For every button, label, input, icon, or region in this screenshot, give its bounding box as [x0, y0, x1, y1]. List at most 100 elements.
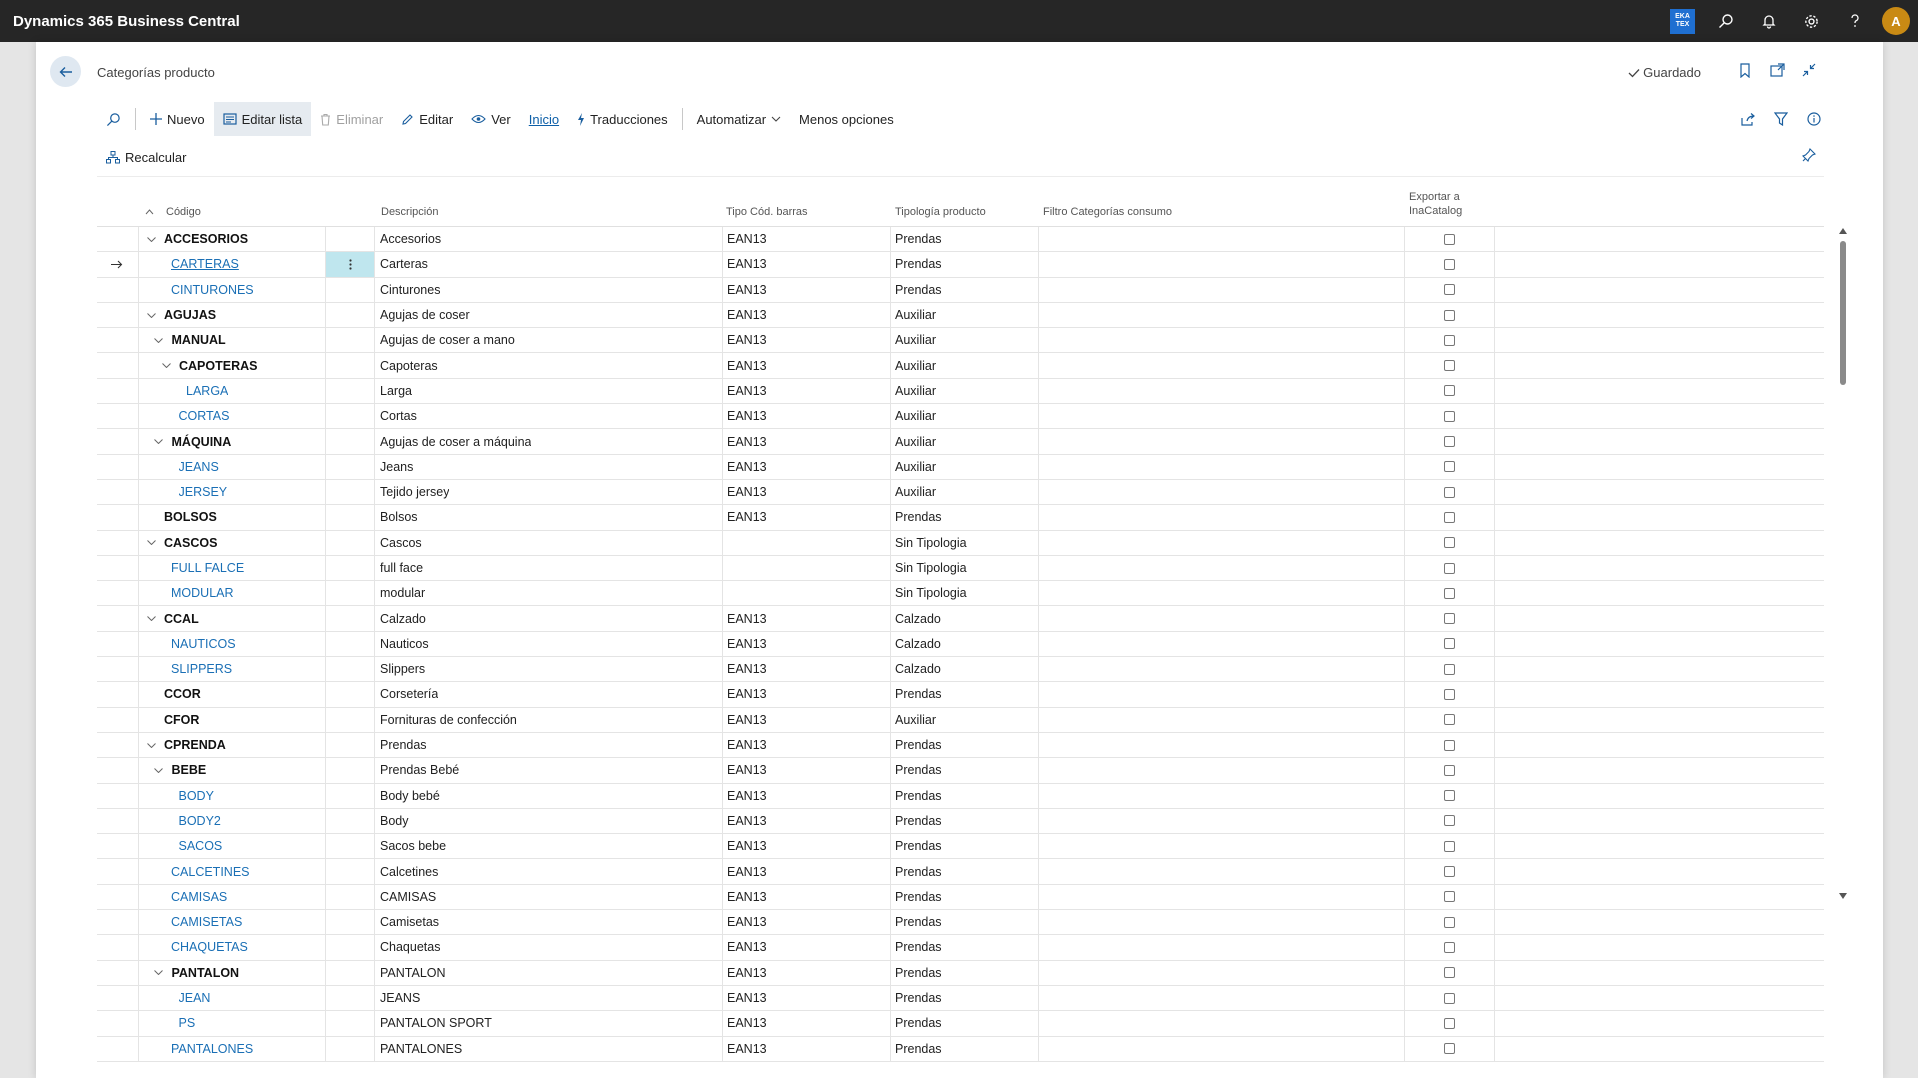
export-inacatalog-checkbox[interactable] [1444, 663, 1455, 675]
description-cell[interactable]: PANTALONES [380, 1037, 462, 1061]
category-code[interactable]: BODY2 [179, 814, 221, 828]
automate-menu[interactable]: Automatizar [688, 102, 790, 136]
chevron-down-icon[interactable] [154, 765, 164, 775]
description-cell[interactable]: Sacos bebe [380, 834, 446, 858]
barcode-type-cell[interactable]: EAN13 [727, 961, 767, 985]
description-cell[interactable]: Body [380, 809, 409, 833]
export-inacatalog-checkbox[interactable] [1444, 688, 1455, 700]
barcode-type-cell[interactable]: EAN13 [727, 784, 767, 808]
category-code[interactable]: SLIPPERS [171, 662, 232, 676]
code-cell[interactable]: BEBE [154, 758, 206, 782]
code-cell[interactable]: BODY [179, 784, 214, 808]
open-new-window-icon[interactable] [1767, 60, 1787, 80]
export-inacatalog-checkbox[interactable] [1444, 941, 1455, 953]
product-type-cell[interactable]: Prendas [895, 885, 942, 909]
description-cell[interactable]: Nauticos [380, 632, 429, 656]
header-export-inacatalog[interactable]: Exportar a InaCatalog [1409, 190, 1462, 218]
code-cell[interactable]: CORTAS [179, 404, 230, 428]
category-code[interactable]: CHAQUETAS [171, 940, 248, 954]
product-type-cell[interactable]: Calzado [895, 606, 941, 630]
export-inacatalog-checkbox[interactable] [1444, 461, 1455, 473]
category-code[interactable]: MODULAR [171, 586, 234, 600]
code-cell[interactable]: CINTURONES [171, 278, 254, 302]
product-type-cell[interactable]: Prendas [895, 961, 942, 985]
table-row[interactable]: CHAQUETAS Chaquetas EAN13 Prendas [97, 935, 1824, 961]
barcode-type-cell[interactable]: EAN13 [727, 278, 767, 302]
category-code[interactable]: PANTALONES [171, 1042, 253, 1056]
barcode-type-cell[interactable]: EAN13 [727, 252, 767, 276]
category-code[interactable]: JEANS [179, 460, 219, 474]
export-inacatalog-checkbox[interactable] [1444, 866, 1455, 878]
code-cell[interactable]: CALCETINES [171, 859, 250, 883]
description-cell[interactable]: Calzado [380, 606, 426, 630]
product-type-cell[interactable]: Prendas [895, 784, 942, 808]
barcode-type-cell[interactable]: EAN13 [727, 1037, 767, 1061]
description-cell[interactable]: Agujas de coser [380, 303, 470, 327]
code-cell[interactable]: CARTERAS [171, 252, 239, 276]
export-inacatalog-checkbox[interactable] [1444, 486, 1455, 498]
header-barcode-type[interactable]: Tipo Cód. barras [726, 206, 808, 218]
code-cell[interactable]: PANTALON [154, 961, 239, 985]
barcode-type-cell[interactable]: EAN13 [727, 227, 767, 251]
product-type-cell[interactable]: Prendas [895, 278, 942, 302]
export-inacatalog-checkbox[interactable] [1444, 537, 1455, 549]
code-cell[interactable]: NAUTICOS [171, 632, 236, 656]
description-cell[interactable]: Slippers [380, 657, 425, 681]
recalculate-button[interactable]: Recalcular [97, 141, 195, 175]
back-button[interactable] [50, 56, 81, 87]
barcode-type-cell[interactable]: EAN13 [727, 1011, 767, 1035]
barcode-type-cell[interactable]: EAN13 [727, 505, 767, 529]
description-cell[interactable]: PANTALON [380, 961, 446, 985]
description-cell[interactable]: Calcetines [380, 859, 438, 883]
table-row[interactable]: CORTAS Cortas EAN13 Auxiliar [97, 404, 1824, 430]
description-cell[interactable]: full face [380, 556, 423, 580]
table-row[interactable]: CINTURONES Cinturones EAN13 Prendas [97, 277, 1824, 303]
table-row[interactable]: BOLSOS Bolsos EAN13 Prendas [97, 505, 1824, 531]
category-code[interactable]: CALCETINES [171, 865, 250, 879]
barcode-type-cell[interactable]: EAN13 [727, 986, 767, 1010]
product-type-cell[interactable]: Auxiliar [895, 480, 936, 504]
barcode-type-cell[interactable]: EAN13 [727, 657, 767, 681]
table-row[interactable]: MODULAR modular Sin Tipologia [97, 581, 1824, 607]
pin-icon[interactable] [1802, 148, 1816, 165]
table-row[interactable]: CAMISAS CAMISAS EAN13 Prendas [97, 884, 1824, 911]
barcode-type-cell[interactable]: EAN13 [727, 733, 767, 757]
table-row[interactable]: CCOR Corsetería EAN13 Prendas [97, 682, 1824, 708]
description-cell[interactable]: Accesorios [380, 227, 441, 251]
barcode-type-cell[interactable]: EAN13 [727, 606, 767, 630]
description-cell[interactable]: Prendas [380, 733, 427, 757]
table-row[interactable]: PS PANTALON SPORT EAN13 Prendas [97, 1011, 1824, 1037]
code-cell[interactable]: SACOS [179, 834, 223, 858]
barcode-type-cell[interactable]: EAN13 [727, 859, 767, 883]
category-code[interactable]: JERSEY [179, 485, 228, 499]
product-type-cell[interactable]: Prendas [895, 682, 942, 706]
export-inacatalog-checkbox[interactable] [1444, 334, 1455, 346]
category-code[interactable]: PS [179, 1016, 196, 1030]
barcode-type-cell[interactable]: EAN13 [727, 303, 767, 327]
description-cell[interactable]: Body bebé [380, 784, 440, 808]
product-type-cell[interactable]: Auxiliar [895, 404, 936, 428]
export-inacatalog-checkbox[interactable] [1444, 764, 1455, 776]
company-badge[interactable]: EKA TEX [1661, 0, 1704, 42]
export-inacatalog-checkbox[interactable] [1444, 613, 1455, 625]
description-cell[interactable]: Jeans [380, 455, 413, 479]
app-title[interactable]: Dynamics 365 Business Central [13, 13, 240, 30]
barcode-type-cell[interactable]: EAN13 [727, 480, 767, 504]
product-type-cell[interactable]: Auxiliar [895, 429, 936, 453]
barcode-type-cell[interactable]: EAN13 [727, 809, 767, 833]
filter-icon[interactable] [1771, 109, 1791, 129]
description-cell[interactable]: modular [380, 581, 425, 605]
table-row[interactable]: CFOR Fornituras de confección EAN13 Auxilia… [97, 707, 1824, 733]
code-cell[interactable]: CASCOS [146, 531, 217, 555]
product-type-cell[interactable]: Auxiliar [895, 455, 936, 479]
product-type-cell[interactable]: Prendas [895, 986, 942, 1010]
table-row[interactable]: NAUTICOS Nauticos EAN13 Calzado [97, 631, 1824, 658]
table-row[interactable]: MANUAL Agujas de coser a mano EAN13 Auxilia… [97, 328, 1824, 354]
table-row[interactable]: CAPOTERAS Capoteras EAN13 Auxiliar [97, 353, 1824, 379]
table-row[interactable]: CALCETINES Calcetines EAN13 Prendas [97, 859, 1824, 885]
barcode-type-cell[interactable]: EAN13 [727, 455, 767, 479]
table-row[interactable]: CPRENDA Prendas EAN13 Prendas [97, 732, 1824, 759]
barcode-type-cell[interactable]: EAN13 [727, 353, 767, 377]
category-code[interactable]: FULL FALCE [171, 561, 244, 575]
export-inacatalog-checkbox[interactable] [1444, 511, 1455, 523]
